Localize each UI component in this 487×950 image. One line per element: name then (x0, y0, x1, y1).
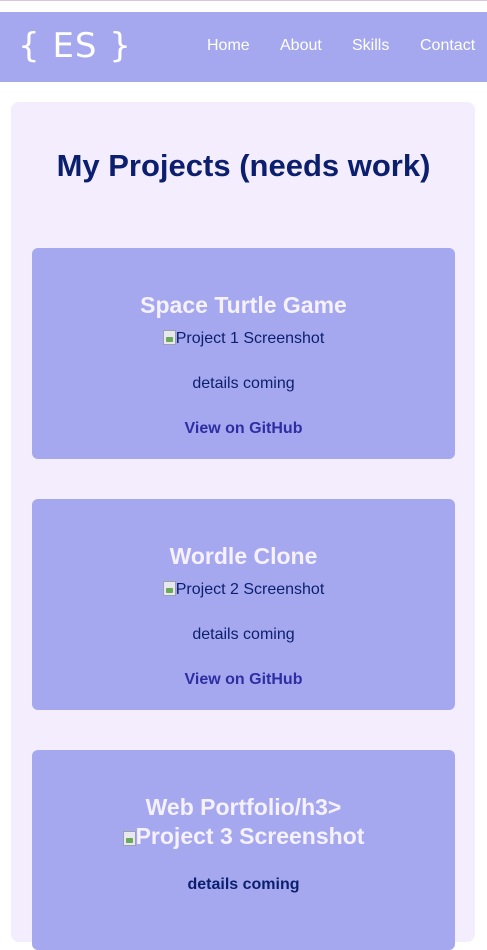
project-screenshot: Project 2 Screenshot (32, 581, 455, 599)
project-card-3: Web Portfolio/h3> Project 3 Screenshot d… (32, 750, 455, 950)
project-card-1: Space Turtle Game Project 1 Screenshot d… (32, 248, 455, 459)
broken-image-icon (162, 330, 176, 345)
project-details: details coming (187, 876, 300, 893)
broken-image-icon (122, 831, 136, 846)
project-title: Web Portfolio/h3> (145, 794, 342, 820)
nav-link-skills[interactable]: Skills (352, 37, 389, 55)
github-link[interactable]: View on GitHub (32, 420, 455, 438)
site-logo[interactable]: { ES } (18, 26, 132, 66)
github-link[interactable]: View on GitHub (32, 671, 455, 689)
project-screenshot: Project 1 Screenshot (32, 330, 455, 348)
screenshot-alt-text: Project 2 Screenshot (175, 581, 325, 598)
nav-link-home[interactable]: Home (207, 37, 250, 55)
page-title: My Projects (needs work) (56, 148, 431, 183)
nav-link-about[interactable]: About (280, 37, 322, 55)
nav-link-contact[interactable]: Contact (420, 37, 475, 55)
project-card-2: Wordle Clone Project 2 Screenshot detail… (32, 499, 455, 710)
screenshot-alt-text: Project 1 Screenshot (175, 330, 325, 347)
project-screenshot: Project 3 Screenshot (32, 823, 455, 850)
broken-image-icon (162, 581, 176, 596)
screenshot-alt-text: Project 3 Screenshot (135, 823, 365, 849)
navbar: { ES } Home About Skills Contact (0, 12, 487, 82)
project-details: details coming (192, 375, 295, 392)
project-title: Wordle Clone (169, 543, 318, 569)
project-details: details coming (192, 626, 295, 643)
project-title: Space Turtle Game (140, 292, 347, 318)
